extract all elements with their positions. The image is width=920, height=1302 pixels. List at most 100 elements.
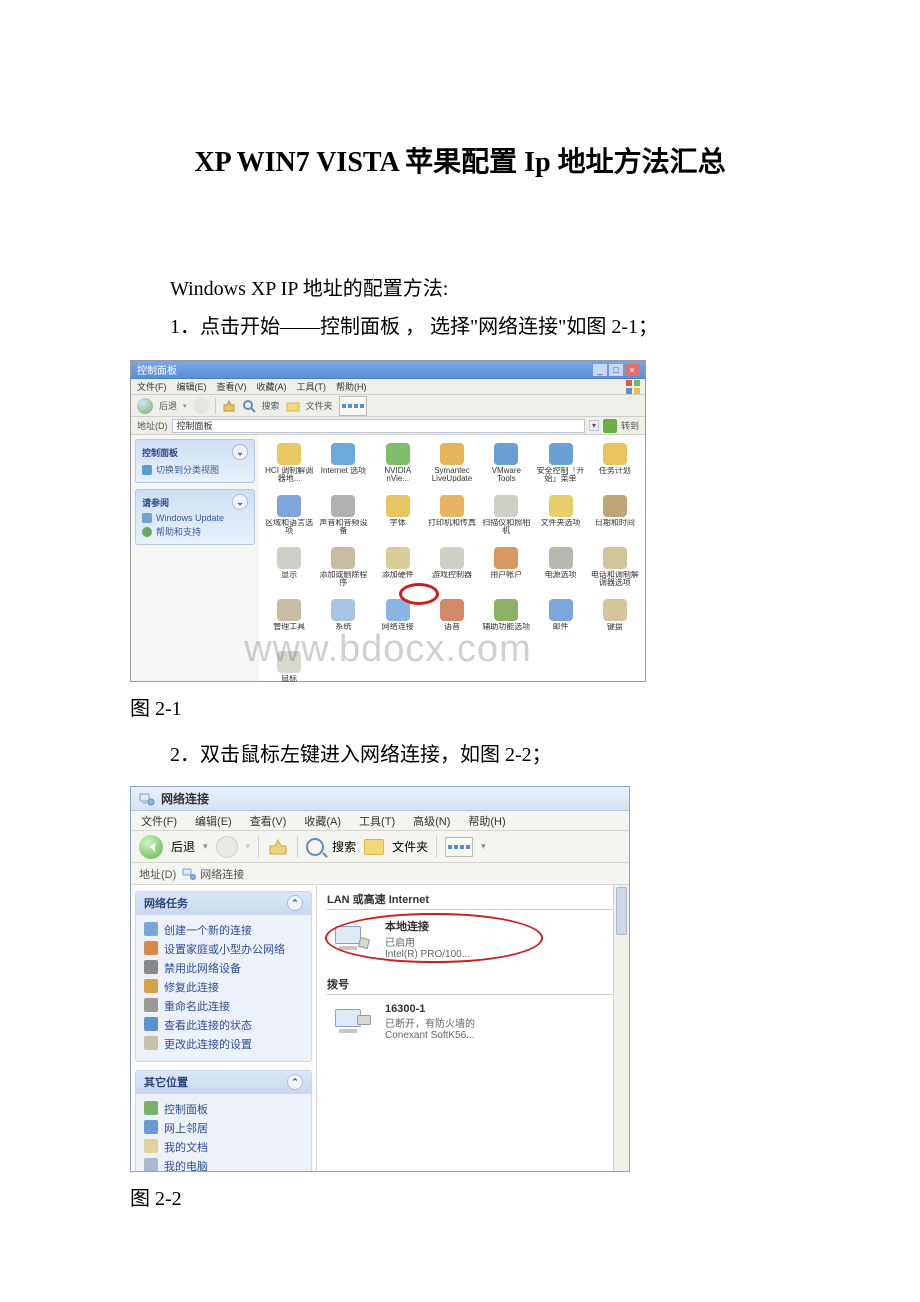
maximize-button[interactable]: □ bbox=[609, 364, 623, 376]
cp-item[interactable]: 用户帐户 bbox=[480, 545, 532, 595]
scrollbar-thumb[interactable] bbox=[616, 887, 627, 935]
collapse-icon[interactable]: ⌄ bbox=[232, 444, 248, 460]
menu-view[interactable]: 查看(V) bbox=[217, 380, 247, 393]
cp-item[interactable]: 语音 bbox=[426, 597, 478, 647]
cp-item[interactable]: Internet 选项 bbox=[317, 441, 369, 491]
menu-tools[interactable]: 工具(T) bbox=[297, 380, 327, 393]
cp-item[interactable]: 添加硬件 bbox=[372, 545, 424, 595]
cp-icon bbox=[494, 547, 518, 569]
forward-button[interactable] bbox=[216, 836, 238, 858]
up-icon[interactable] bbox=[222, 399, 236, 413]
menu-tools[interactable]: 工具(T) bbox=[359, 813, 395, 829]
cp-label: 日期和时间 bbox=[595, 519, 635, 527]
folders-icon[interactable] bbox=[286, 399, 300, 413]
menu-favorites[interactable]: 收藏(A) bbox=[304, 813, 341, 829]
cp-icon bbox=[386, 599, 410, 621]
forward-button[interactable] bbox=[193, 398, 209, 414]
cp-item[interactable]: NVIDIA nVie... bbox=[372, 441, 424, 491]
address-label: 地址(D) bbox=[137, 419, 168, 432]
menu-edit[interactable]: 编辑(E) bbox=[195, 813, 232, 829]
section-lan-header: LAN 或高速 Internet bbox=[317, 885, 629, 909]
figure1-caption: 图 2-1 bbox=[130, 690, 790, 728]
up-button[interactable] bbox=[267, 836, 289, 858]
cp-item[interactable]: 邮件 bbox=[534, 597, 586, 647]
address-dropdown[interactable]: ▾ bbox=[589, 420, 599, 431]
task-change-settings[interactable]: 更改此连接的设置 bbox=[144, 1036, 305, 1052]
place-network-neighborhood[interactable]: 网上邻居 bbox=[144, 1120, 305, 1136]
collapse-icon[interactable]: ⌃ bbox=[287, 895, 303, 911]
cp-item-network-connections[interactable]: 网络连接 bbox=[372, 597, 424, 647]
cp-icon bbox=[331, 443, 355, 465]
cp-item[interactable]: 字体 bbox=[372, 493, 424, 543]
cp-item[interactable]: 打印机和传真 bbox=[426, 493, 478, 543]
cp-item[interactable]: 任务计划 bbox=[589, 441, 641, 491]
window-titlebar: 网络连接 bbox=[131, 787, 629, 811]
cp-label: 区域和语言选项 bbox=[265, 519, 313, 536]
task-repair[interactable]: 修复此连接 bbox=[144, 979, 305, 995]
collapse-icon[interactable]: ⌄ bbox=[232, 494, 248, 510]
cp-item[interactable]: 添加或删除程序 bbox=[317, 545, 369, 595]
place-my-documents[interactable]: 我的文档 bbox=[144, 1139, 305, 1155]
address-field[interactable]: 控制面板 bbox=[172, 419, 585, 433]
cp-item[interactable]: 声音和音频设备 bbox=[317, 493, 369, 543]
cp-label: 辅助功能选项 bbox=[482, 623, 530, 631]
back-button[interactable] bbox=[137, 398, 153, 414]
cp-item[interactable]: 电话和调制解调器选项 bbox=[589, 545, 641, 595]
cp-label: 电源选项 bbox=[545, 571, 577, 579]
collapse-icon[interactable]: ⌃ bbox=[287, 1074, 303, 1090]
minimize-button[interactable]: _ bbox=[593, 364, 607, 376]
menu-file[interactable]: 文件(F) bbox=[141, 813, 177, 829]
cp-item[interactable]: 区域和语言选项 bbox=[263, 493, 315, 543]
connection-local[interactable]: 本地连接 已启用 Intel(R) PRO/100... bbox=[335, 918, 619, 960]
back-button[interactable] bbox=[139, 835, 163, 859]
side-help[interactable]: 帮助和支持 bbox=[142, 525, 248, 538]
place-control-panel[interactable]: 控制面板 bbox=[144, 1101, 305, 1117]
cp-icon bbox=[603, 495, 627, 517]
view-button[interactable] bbox=[339, 396, 367, 416]
cp-icon bbox=[386, 547, 410, 569]
address-field[interactable]: 网络连接 bbox=[182, 866, 244, 882]
menu-help[interactable]: 帮助(H) bbox=[468, 813, 505, 829]
menu-advanced[interactable]: 高级(N) bbox=[413, 813, 450, 829]
cp-label: 字体 bbox=[390, 519, 406, 527]
cp-item[interactable]: 管理工具 bbox=[263, 597, 315, 647]
scrollbar[interactable] bbox=[613, 885, 629, 1171]
task-disable[interactable]: 禁用此网络设备 bbox=[144, 960, 305, 976]
cp-item[interactable]: Symantec LiveUpdate bbox=[426, 441, 478, 491]
cp-item[interactable]: 游戏控制器 bbox=[426, 545, 478, 595]
cp-item[interactable]: 系统 bbox=[317, 597, 369, 647]
cp-item[interactable]: 文件夹选项 bbox=[534, 493, 586, 543]
cp-item[interactable]: 显示 bbox=[263, 545, 315, 595]
menu-file[interactable]: 文件(F) bbox=[137, 380, 167, 393]
place-my-computer[interactable]: 我的电脑 bbox=[144, 1158, 305, 1171]
go-button[interactable] bbox=[603, 419, 617, 433]
cp-item[interactable]: 鼠标 bbox=[263, 649, 315, 699]
cp-item[interactable]: 安全控制「开始」菜单 bbox=[534, 441, 586, 491]
cp-icon bbox=[331, 599, 355, 621]
close-button[interactable]: × bbox=[625, 364, 639, 376]
search-icon[interactable] bbox=[306, 838, 324, 856]
task-rename[interactable]: 重命名此连接 bbox=[144, 998, 305, 1014]
side-switch-view[interactable]: 切换到分类视图 bbox=[142, 463, 248, 476]
menu-view[interactable]: 查看(V) bbox=[250, 813, 287, 829]
side-windows-update[interactable]: Windows Update bbox=[142, 513, 248, 523]
menu-edit[interactable]: 编辑(E) bbox=[177, 380, 207, 393]
cp-item[interactable]: HCI 调制解调器地... bbox=[263, 441, 315, 491]
cp-item[interactable]: VMware Tools bbox=[480, 441, 532, 491]
task-new-connection[interactable]: 创建一个新的连接 bbox=[144, 922, 305, 938]
cp-item[interactable]: 日期和时间 bbox=[589, 493, 641, 543]
cp-icon bbox=[549, 547, 573, 569]
cp-item[interactable]: 扫描仪和照相机 bbox=[480, 493, 532, 543]
menu-favorites[interactable]: 收藏(A) bbox=[257, 380, 287, 393]
cp-item[interactable]: 辅助功能选项 bbox=[480, 597, 532, 647]
cp-label: 显示 bbox=[281, 571, 297, 579]
search-icon[interactable] bbox=[242, 399, 256, 413]
menu-help[interactable]: 帮助(H) bbox=[336, 380, 367, 393]
task-status[interactable]: 查看此连接的状态 bbox=[144, 1017, 305, 1033]
cp-item[interactable]: 电源选项 bbox=[534, 545, 586, 595]
cp-item[interactable]: 键盘 bbox=[589, 597, 641, 647]
task-home-network[interactable]: 设置家庭或小型办公网络 bbox=[144, 941, 305, 957]
folders-icon[interactable] bbox=[364, 839, 384, 855]
connection-dialup[interactable]: 16300-1 已断开，有防火墙的 Conexant SoftK56... bbox=[335, 1003, 619, 1041]
view-button[interactable] bbox=[445, 837, 473, 857]
